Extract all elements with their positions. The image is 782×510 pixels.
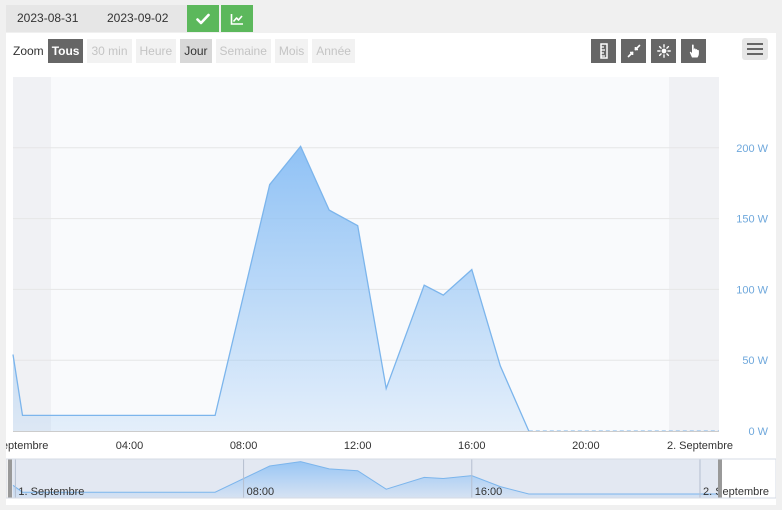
compress-button[interactable]: [621, 39, 646, 63]
chart-tools: [591, 39, 711, 63]
pointer-hand-icon: [689, 44, 699, 58]
navigator-tick-label: 2. Septembre: [703, 486, 769, 498]
x-tick-label: 1. Septembre: [6, 440, 48, 452]
y-tick-label: 150 W: [736, 214, 768, 226]
y-tick-label: 100 W: [736, 284, 768, 296]
x-tick-label: 20:00: [572, 440, 600, 452]
ruler-button[interactable]: [591, 39, 616, 63]
zoom-button-30min[interactable]: 30 min: [87, 39, 132, 63]
sun-icon: [656, 44, 671, 58]
pointer-button[interactable]: [681, 39, 706, 63]
apply-date-button[interactable]: [187, 5, 219, 32]
x-tick-label: 08:00: [230, 440, 258, 452]
area-chart-icon: [230, 13, 243, 25]
hamburger-menu-icon: [747, 43, 763, 45]
chart-container: 0 W 50 W 100 W 150 W 200 W 1. Septembre 04:00 0…: [6, 33, 776, 505]
navigator-tick-label: 16:00: [475, 486, 503, 498]
zoom-label: Zoom: [13, 44, 44, 58]
check-icon: [196, 13, 210, 24]
ruler-icon: [599, 43, 608, 59]
x-tick-label: 12:00: [344, 440, 372, 452]
x-tick-label: 2. Septembre: [667, 440, 733, 452]
end-date-input[interactable]: 2023-09-02: [94, 5, 187, 32]
date-range-bar: 2023-08-31 2023-09-02: [6, 5, 253, 32]
navigator-tick-label: 08:00: [247, 486, 275, 498]
zoom-selector: Zoom Tous 30 min Heure Jour Semaine Mois…: [13, 39, 359, 63]
zoom-button-all[interactable]: Tous: [47, 39, 84, 63]
navigator-tick-label: 1. Septembre: [18, 486, 84, 498]
navigator-handle-right[interactable]: [718, 459, 722, 498]
zoom-button-year[interactable]: Année: [312, 39, 355, 63]
night-band-start: [13, 77, 51, 431]
zoom-button-hour[interactable]: Heure: [135, 39, 177, 63]
x-tick-label: 04:00: [116, 440, 144, 452]
compress-icon: [627, 44, 640, 58]
navigator-handle-left[interactable]: [8, 459, 12, 498]
chart-menu-button[interactable]: [742, 38, 768, 60]
x-tick-label: 16:00: [458, 440, 486, 452]
zoom-button-month[interactable]: Mois: [274, 39, 309, 63]
night-band-end: [669, 77, 719, 431]
y-tick-label: 200 W: [736, 143, 768, 155]
show-chart-button[interactable]: [221, 5, 253, 32]
zoom-button-day[interactable]: Jour: [180, 39, 212, 63]
sun-button[interactable]: [651, 39, 676, 63]
power-area-chart: 0 W 50 W 100 W 150 W 200 W 1. Septembre 04:00 0…: [6, 77, 776, 499]
y-tick-label: 0 W: [748, 426, 768, 438]
y-tick-label: 50 W: [742, 355, 768, 367]
start-date-input[interactable]: 2023-08-31: [6, 5, 94, 32]
zoom-button-week[interactable]: Semaine: [215, 39, 271, 63]
